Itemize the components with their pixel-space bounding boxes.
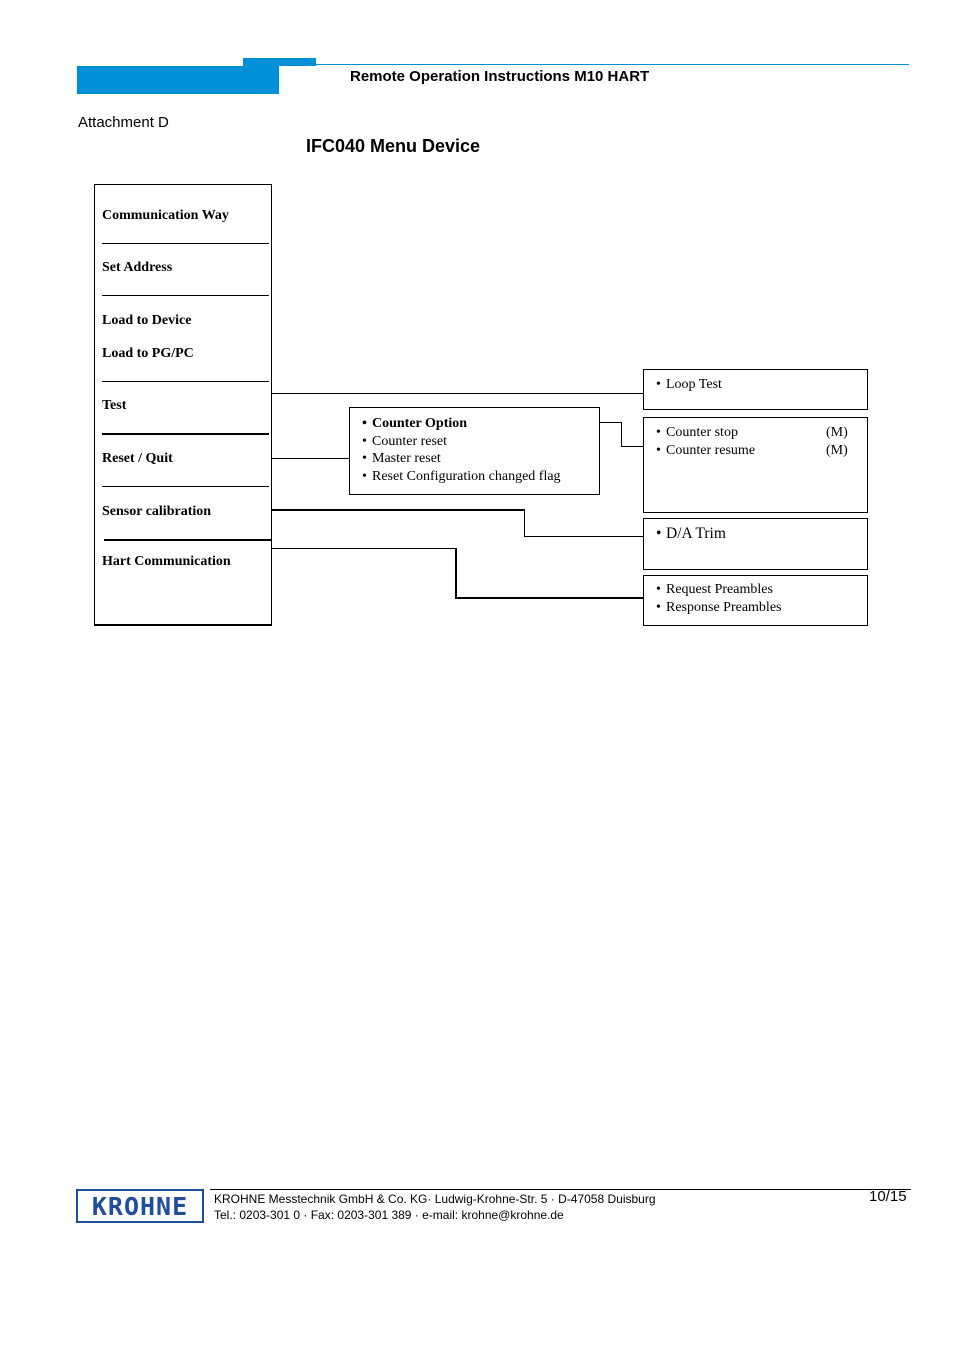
header-brand-tab [243,58,316,66]
bullet-icon: • [656,599,661,615]
submenu-item-counter-option: • Counter Option [362,416,468,431]
bullet-icon: • [656,377,661,392]
menu-separator [102,433,269,435]
menu-item-set-address: Set Address [102,260,173,275]
header-rule [316,64,909,65]
connector-hart-preambles [455,597,643,599]
footer-address: KROHNE Messtechnik GmbH & Co. KG· Ludwig… [214,1192,656,1206]
logo-text: KROHNE [91,1191,189,1221]
connector-counter-option [599,422,621,423]
bullet-icon: • [362,468,367,484]
menu-separator [102,486,269,487]
submenu-item-counter-resume: • Counter resume (M) [656,442,848,458]
connector-sensor-trim [524,509,525,537]
submenu-item-loop-test: • Loop Test [656,377,722,392]
menu-separator [102,243,269,244]
submenu-item-counter-reset: • Counter reset [362,433,448,449]
submenu-item-request-preambles: • Request Preambles [656,582,773,597]
menu-item-hart-communication: Hart Communication [102,554,231,569]
menu-separator [102,295,269,296]
da-trim-box: • D/A Trim [643,518,868,570]
menu-separator [104,539,271,541]
menu-item-load-to-device: Load to Device [102,313,192,328]
bullet-icon: • [656,425,661,440]
mode-marker: (M) [826,442,848,458]
submenu-item-reset-config-flag: • Reset Configuration changed flag [362,468,561,484]
bullet-icon: • [362,416,367,431]
menu-item-load-to-pgpc: Load to PG/PC [102,346,194,361]
footer-rule [210,1189,911,1190]
submenu-item-counter-stop: • Counter stop (M) [656,425,848,440]
menu-separator [102,381,269,382]
reset-submenu-box: • Counter Option • Counter reset • Master r… [349,407,600,495]
counter-box: • Counter stop (M) • Counter resume (M) [643,417,868,513]
connector-counter-option [621,422,622,447]
bullet-icon: • [656,582,661,597]
connector-reset-submenu [271,458,349,459]
connector-counter-option [621,446,643,447]
bullet-icon: • [362,433,367,449]
menu-item-communication-way: Communication Way [102,208,229,223]
page-number: 10/15 [869,1188,907,1205]
mode-marker: (M) [826,425,848,440]
connector-hart-preambles [271,548,456,549]
connector-test-loop [271,393,643,394]
bullet-icon: • [656,442,661,458]
document-title: Remote Operation Instructions M10 HART [350,68,650,85]
connector-hart-preambles [455,548,457,599]
menu-item-sensor-calibration: Sensor calibration [102,504,212,519]
header-brand-bar [77,66,279,94]
diagram-title: IFC040 Menu Device [306,136,481,156]
krohne-logo: KROHNE [76,1189,204,1223]
connector-sensor-trim [524,536,643,537]
bullet-icon: • [362,451,367,466]
submenu-item-da-trim: • D/A Trim [656,525,726,542]
connector-sensor-trim [271,509,525,511]
attachment-label: Attachment D [78,114,169,131]
menu-item-test: Test [102,398,127,413]
footer-contact: Tel.: 0203-301 0 · Fax: 0203-301 389 · e… [214,1208,564,1222]
submenu-item-master-reset: • Master reset [362,451,441,466]
menu-item-reset-quit: Reset / Quit [102,451,173,466]
submenu-item-response-preambles: • Response Preambles [656,599,782,615]
loop-test-box: • Loop Test [643,369,868,410]
bullet-icon: • [656,525,662,542]
preambles-box: • Request Preambles • Response Preambles [643,575,868,626]
